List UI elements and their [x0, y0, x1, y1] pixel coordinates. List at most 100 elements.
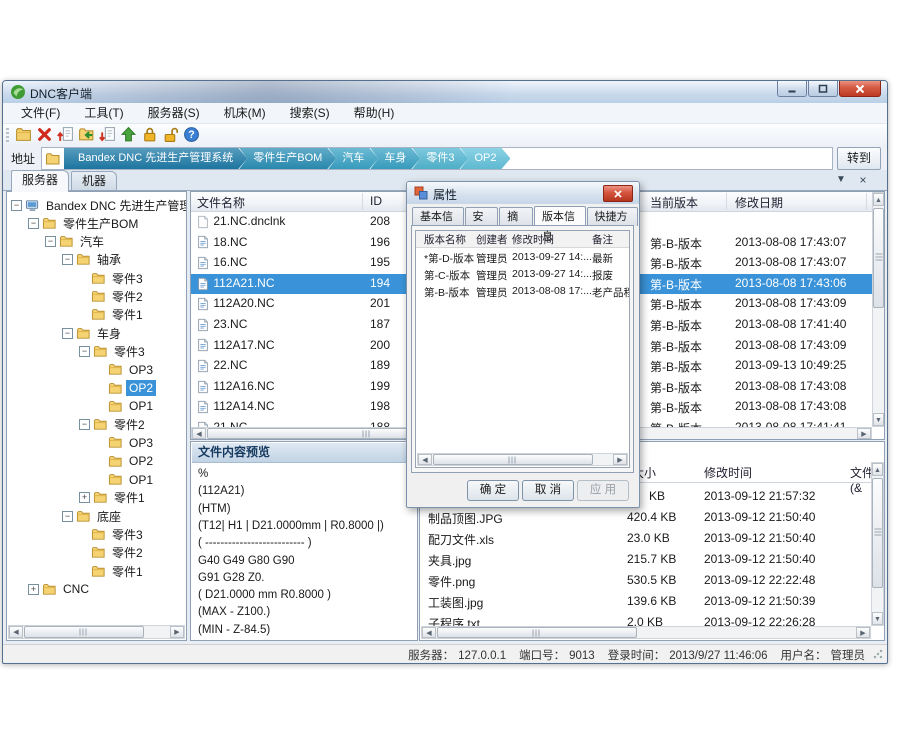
breadcrumb-item-4[interactable]: 零件3 — [412, 148, 468, 169]
tree-node-label[interactable]: 零件3 — [109, 525, 146, 544]
tree-expander[interactable]: − — [79, 346, 90, 357]
tree-node-label[interactable]: OP1 — [126, 398, 156, 414]
file-list-vscrollbar[interactable] — [872, 192, 885, 427]
tree-expander[interactable]: − — [62, 254, 73, 265]
dialog-tab-2[interactable]: 摘要 — [499, 207, 533, 226]
tree-expander[interactable]: − — [79, 419, 90, 430]
tree-node-label[interactable]: OP3 — [126, 362, 156, 378]
menu-machine[interactable]: 机床(M) — [212, 103, 278, 124]
tree-node[interactable]: − 汽车 — [45, 233, 107, 251]
dialog-version-row[interactable]: 第-C-版本管理员2013-09-27 14:...报废 — [416, 268, 629, 285]
tree-node-label[interactable]: 底座 — [94, 507, 124, 526]
dialog-titlebar[interactable]: 属性 — [407, 182, 639, 204]
toolbar-grip[interactable] — [6, 128, 9, 142]
dialog-tab-1[interactable]: 安全 — [465, 207, 499, 226]
tree-node[interactable]: − 零件3 — [79, 342, 148, 360]
tree-node[interactable]: −轴承 — [62, 251, 124, 269]
dialog-col-1[interactable]: 创建者 — [476, 232, 508, 247]
dialog-tab-3[interactable]: 版本信息 — [534, 206, 586, 225]
breadcrumb-item-0[interactable]: Bandex DNC 先进生产管理系统 — [64, 148, 247, 169]
attachment-row[interactable]: 制品顶图.JPG420.4 KB2013-09-12 21:50:40 — [420, 507, 872, 528]
dialog-hscrollbar[interactable] — [417, 453, 628, 466]
dialog-col-3[interactable]: 备注 — [592, 232, 613, 247]
address-input[interactable]: Bandex DNC 先进生产管理系统零件生产BOM汽车车身零件3OP2 — [41, 147, 833, 170]
tree-expander[interactable]: − — [62, 511, 73, 522]
dialog-col-0[interactable]: 版本名称 — [424, 232, 466, 247]
new-folder-button[interactable] — [13, 125, 34, 144]
tree-node-selected[interactable]: OP2 — [96, 379, 156, 397]
tree-node[interactable]: −Bandex DNC 先进生产管理系统 — [11, 196, 187, 214]
tree-node[interactable]: − 零件生产BOM — [28, 214, 141, 232]
tree-node[interactable]: OP3 — [96, 434, 156, 452]
tree-node-label[interactable]: 零件2 — [109, 287, 146, 306]
resize-grip[interactable] — [873, 649, 883, 659]
tree-node[interactable]: 零件2 — [79, 544, 146, 562]
minimize-button[interactable] — [777, 81, 807, 97]
tree-expander[interactable]: − — [45, 236, 56, 247]
attachment-hscrollbar[interactable] — [421, 626, 871, 639]
tree-node[interactable]: + 零件1 — [79, 489, 148, 507]
tree-expander[interactable]: + — [79, 492, 90, 503]
tabstrip-close-icon[interactable]: × — [855, 172, 871, 188]
ok-button[interactable]: 确 定 — [467, 480, 519, 501]
delete-button[interactable] — [34, 125, 55, 144]
tabstrip-dropdown-icon[interactable] — [833, 172, 849, 188]
tree-node-label[interactable]: Bandex DNC 先进生产管理系统 — [43, 196, 187, 215]
cancel-button[interactable]: 取 消 — [522, 480, 574, 501]
col-modified-date[interactable]: 修改日期 — [735, 194, 783, 211]
tree-node-label[interactable]: 零件1 — [111, 488, 148, 507]
menu-server[interactable]: 服务器(S) — [136, 103, 212, 124]
unlock-button[interactable] — [160, 125, 181, 144]
tree-node-label[interactable]: 零件生产BOM — [60, 214, 141, 233]
col-current-version[interactable]: 当前版本 — [650, 194, 698, 211]
tree-node[interactable]: 零件2 — [79, 288, 146, 306]
version-table-header[interactable]: 版本名称创建者修改时间备注 — [416, 231, 629, 248]
menu-tools[interactable]: 工具(T) — [72, 103, 135, 124]
tree-node[interactable]: OP2 — [96, 452, 156, 470]
tree-node[interactable]: − 车身 — [62, 324, 124, 342]
checkout-file-button[interactable] — [97, 125, 118, 144]
tree-node[interactable]: OP3 — [96, 361, 156, 379]
tree-node-label[interactable]: OP2 — [126, 453, 156, 469]
tree-node[interactable]: 零件3 — [79, 525, 146, 543]
export-folder-button[interactable] — [76, 125, 97, 144]
attachment-row[interactable]: 配刀文件.xls23.0 KB2013-09-12 21:50:40 — [420, 528, 872, 549]
tree-node[interactable]: 零件1 — [79, 306, 146, 324]
menu-file[interactable]: 文件(F) — [9, 103, 72, 124]
dialog-version-row[interactable]: 第-B-版本管理员2013-08-08 17:...老产品程序 — [416, 285, 629, 302]
tree-node-label[interactable]: OP2 — [126, 380, 156, 396]
attachment-vscrollbar[interactable] — [871, 462, 884, 626]
tree-node[interactable]: OP1 — [96, 471, 156, 489]
attachment-row[interactable]: 工装图.jpg139.6 KB2013-09-12 21:50:39 — [420, 591, 872, 612]
help-button[interactable]: ? — [181, 125, 202, 144]
dialog-tab-4[interactable]: 快捷方式 — [587, 207, 639, 226]
upload-button[interactable] — [118, 125, 139, 144]
tree-expander[interactable]: + — [28, 584, 39, 595]
tree-node-label[interactable]: 汽车 — [77, 232, 107, 251]
dialog-tab-0[interactable]: 基本信息 — [412, 207, 464, 226]
tree-node[interactable]: + CNC — [28, 580, 92, 598]
tree-node-label[interactable]: CNC — [60, 581, 92, 597]
dialog-version-row[interactable]: *第-D-版本管理员2013-09-27 14:...最新 — [416, 251, 629, 268]
close-button[interactable] — [839, 81, 881, 97]
menu-help[interactable]: 帮助(H) — [342, 103, 407, 124]
tree-node-label[interactable]: 零件3 — [111, 342, 148, 361]
lock-button[interactable] — [139, 125, 160, 144]
tree-node-label[interactable]: 零件1 — [109, 305, 146, 324]
tree-node-label[interactable]: 零件2 — [109, 543, 146, 562]
col-file-name[interactable]: 文件名称 — [197, 194, 245, 211]
maximize-button[interactable] — [808, 81, 838, 97]
tree-expander[interactable]: − — [28, 218, 39, 229]
titlebar[interactable]: DNC客户端 — [3, 81, 887, 103]
tree-node-label[interactable]: 车身 — [94, 324, 124, 343]
tree-expander[interactable]: − — [62, 328, 73, 339]
tree-node-label[interactable]: 零件2 — [111, 415, 148, 434]
tab-server[interactable]: 服务器 — [11, 170, 69, 192]
tree-node-label[interactable]: 零件3 — [109, 269, 146, 288]
tree-node[interactable]: OP1 — [96, 397, 156, 415]
tree-node-label[interactable]: 零件1 — [109, 562, 146, 581]
tree-node[interactable]: 零件1 — [79, 562, 146, 580]
attachment-row[interactable]: 零件.png530.5 KB2013-09-12 22:22:48 — [420, 570, 872, 591]
tree-node-label[interactable]: OP1 — [126, 472, 156, 488]
dialog-close-button[interactable] — [603, 185, 633, 202]
